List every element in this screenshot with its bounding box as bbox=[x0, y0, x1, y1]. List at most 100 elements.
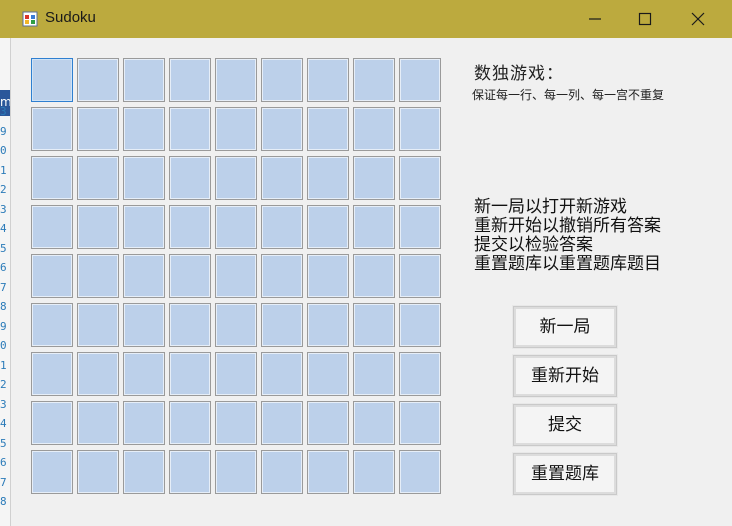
background-line-number: 5 bbox=[0, 241, 7, 255]
sudoku-cell[interactable] bbox=[399, 450, 441, 494]
sudoku-cell[interactable] bbox=[31, 58, 73, 102]
sudoku-cell[interactable] bbox=[307, 352, 349, 396]
sudoku-cell[interactable] bbox=[123, 205, 165, 249]
sudoku-cell[interactable] bbox=[31, 401, 73, 445]
sudoku-cell[interactable] bbox=[261, 156, 303, 200]
sudoku-cell[interactable] bbox=[31, 303, 73, 347]
sudoku-cell[interactable] bbox=[31, 205, 73, 249]
sudoku-cell[interactable] bbox=[353, 58, 395, 102]
sudoku-cell[interactable] bbox=[123, 58, 165, 102]
background-line-number: 0 bbox=[0, 144, 7, 157]
sudoku-cell[interactable] bbox=[169, 205, 211, 249]
sudoku-cell[interactable] bbox=[353, 107, 395, 151]
sudoku-cell[interactable] bbox=[123, 156, 165, 200]
sudoku-cell[interactable] bbox=[353, 401, 395, 445]
sudoku-cell[interactable] bbox=[399, 205, 441, 249]
sudoku-cell[interactable] bbox=[123, 254, 165, 298]
sudoku-cell[interactable] bbox=[31, 450, 73, 494]
sudoku-cell[interactable] bbox=[31, 156, 73, 200]
game-heading: 数独游戏： bbox=[474, 64, 564, 84]
sudoku-cell[interactable] bbox=[31, 107, 73, 151]
sudoku-cell[interactable] bbox=[77, 303, 119, 347]
sudoku-cell[interactable] bbox=[77, 401, 119, 445]
sudoku-cell[interactable] bbox=[77, 352, 119, 396]
sudoku-cell[interactable] bbox=[399, 352, 441, 396]
sudoku-cell[interactable] bbox=[261, 303, 303, 347]
sudoku-cell[interactable] bbox=[215, 352, 257, 396]
sudoku-cell[interactable] bbox=[353, 254, 395, 298]
sudoku-cell[interactable] bbox=[307, 107, 349, 151]
reset-bank-button[interactable]: 重置题库 bbox=[512, 452, 618, 496]
sudoku-cell[interactable] bbox=[399, 303, 441, 347]
sudoku-cell[interactable] bbox=[77, 450, 119, 494]
sudoku-cell[interactable] bbox=[77, 58, 119, 102]
sudoku-cell[interactable] bbox=[215, 205, 257, 249]
sudoku-cell[interactable] bbox=[169, 58, 211, 102]
sudoku-cell[interactable] bbox=[307, 156, 349, 200]
sudoku-cell[interactable] bbox=[399, 107, 441, 151]
sudoku-cell[interactable] bbox=[261, 205, 303, 249]
sudoku-cell[interactable] bbox=[307, 303, 349, 347]
sudoku-cell[interactable] bbox=[261, 58, 303, 102]
restart-button[interactable]: 重新开始 bbox=[512, 354, 618, 398]
close-button[interactable] bbox=[680, 0, 726, 38]
sudoku-cell[interactable] bbox=[353, 205, 395, 249]
sudoku-cell[interactable] bbox=[307, 254, 349, 298]
background-line-number: 6 bbox=[0, 456, 7, 469]
sudoku-cell[interactable] bbox=[77, 205, 119, 249]
sudoku-cell[interactable] bbox=[399, 156, 441, 200]
sudoku-cell[interactable] bbox=[215, 401, 257, 445]
sudoku-cell[interactable] bbox=[399, 401, 441, 445]
background-line-number: 1 bbox=[0, 163, 7, 177]
instruction-line: 提交以检验答案 bbox=[474, 235, 593, 255]
sudoku-cell[interactable] bbox=[353, 156, 395, 200]
title-bar[interactable]: Sudoku bbox=[0, 0, 732, 38]
sudoku-cell[interactable] bbox=[169, 303, 211, 347]
sudoku-cell[interactable] bbox=[123, 352, 165, 396]
sudoku-cell[interactable] bbox=[31, 352, 73, 396]
close-icon bbox=[691, 12, 705, 26]
sudoku-cell[interactable] bbox=[123, 401, 165, 445]
sudoku-cell[interactable] bbox=[261, 107, 303, 151]
sudoku-cell[interactable] bbox=[307, 205, 349, 249]
sudoku-cell[interactable] bbox=[261, 401, 303, 445]
sudoku-cell[interactable] bbox=[307, 401, 349, 445]
sudoku-cell[interactable] bbox=[261, 254, 303, 298]
sudoku-cell[interactable] bbox=[169, 156, 211, 200]
sudoku-cell[interactable] bbox=[215, 156, 257, 200]
sudoku-cell[interactable] bbox=[399, 254, 441, 298]
sudoku-cell[interactable] bbox=[215, 58, 257, 102]
sudoku-cell[interactable] bbox=[123, 450, 165, 494]
sudoku-cell[interactable] bbox=[307, 58, 349, 102]
sudoku-cell[interactable] bbox=[31, 254, 73, 298]
sudoku-cell[interactable] bbox=[169, 450, 211, 494]
sudoku-cell[interactable] bbox=[353, 352, 395, 396]
sudoku-cell[interactable] bbox=[77, 156, 119, 200]
background-line-number: 4 bbox=[0, 222, 7, 235]
sudoku-cell[interactable] bbox=[261, 450, 303, 494]
sudoku-cell[interactable] bbox=[77, 107, 119, 151]
sudoku-cell[interactable] bbox=[77, 254, 119, 298]
sudoku-cell[interactable] bbox=[353, 450, 395, 494]
minimize-button[interactable] bbox=[572, 0, 618, 38]
sudoku-cell[interactable] bbox=[169, 352, 211, 396]
new-game-button[interactable]: 新一局 bbox=[512, 305, 618, 349]
background-line-number: 9 bbox=[0, 124, 7, 138]
maximize-button[interactable] bbox=[622, 0, 668, 38]
sudoku-cell[interactable] bbox=[353, 303, 395, 347]
sudoku-cell[interactable] bbox=[215, 450, 257, 494]
sudoku-cell[interactable] bbox=[123, 107, 165, 151]
sudoku-cell[interactable] bbox=[169, 401, 211, 445]
sudoku-cell[interactable] bbox=[215, 303, 257, 347]
submit-button[interactable]: 提交 bbox=[512, 403, 618, 447]
sudoku-cell[interactable] bbox=[399, 58, 441, 102]
maximize-icon bbox=[638, 12, 652, 26]
sudoku-cell[interactable] bbox=[169, 254, 211, 298]
sudoku-cell[interactable] bbox=[169, 107, 211, 151]
sudoku-cell[interactable] bbox=[123, 303, 165, 347]
sudoku-cell[interactable] bbox=[215, 107, 257, 151]
background-line-number: 9 bbox=[0, 319, 7, 333]
sudoku-cell[interactable] bbox=[307, 450, 349, 494]
sudoku-cell[interactable] bbox=[215, 254, 257, 298]
sudoku-cell[interactable] bbox=[261, 352, 303, 396]
